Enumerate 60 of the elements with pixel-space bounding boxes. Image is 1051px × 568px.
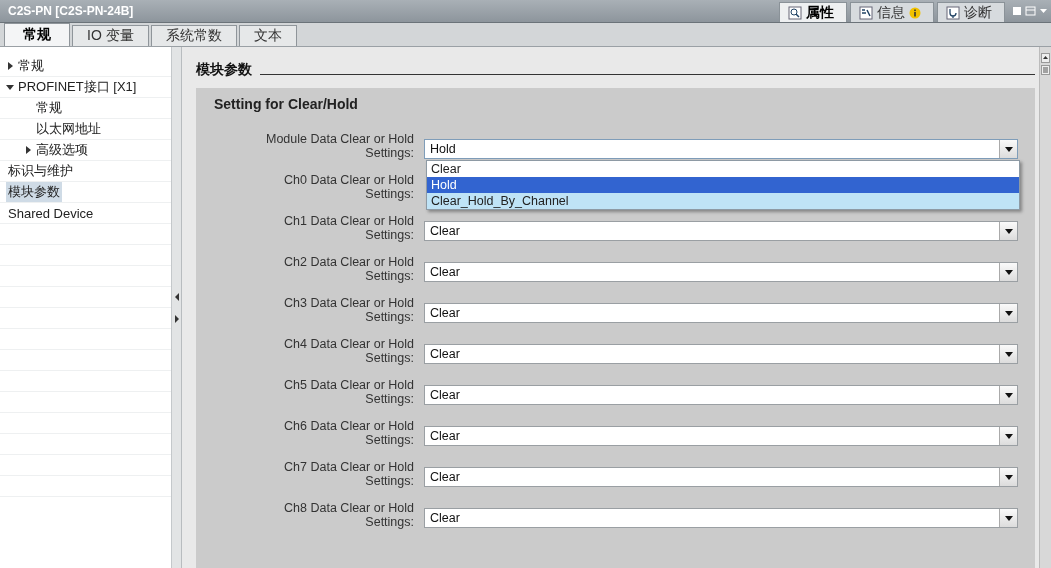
- magnifier-icon: [788, 5, 802, 20]
- info-list-icon: [859, 5, 873, 20]
- tree-item[interactable]: 常规: [34, 98, 64, 118]
- dropdown-field[interactable]: Clear: [424, 344, 1018, 364]
- vertical-scrollbar[interactable]: [1039, 47, 1051, 568]
- setting-label: Ch3 Data Clear or Hold Settings:: [283, 296, 415, 324]
- inspector-tab[interactable]: 信息: [850, 2, 934, 22]
- stethoscope-icon: [946, 5, 960, 20]
- caret-icon: [1004, 351, 1013, 357]
- tree-item[interactable]: 模块参数: [6, 182, 62, 202]
- expand-right-icon[interactable]: [174, 315, 179, 323]
- setting-label: Ch0 Data Clear or Hold Settings:: [283, 173, 415, 201]
- dropdown-field[interactable]: Clear: [424, 221, 1018, 241]
- dropdown-field[interactable]: Clear: [424, 262, 1018, 282]
- setting-label: Ch5 Data Clear or Hold Settings:: [283, 378, 415, 406]
- setting-label: Ch4 Data Clear or Hold Settings:: [283, 337, 415, 365]
- setting-label: Ch2 Data Clear or Hold Settings:: [283, 255, 415, 283]
- dropdown-option[interactable]: Clear_Hold_By_Channel: [427, 193, 1019, 209]
- caret-icon: [1004, 474, 1013, 480]
- section-title: 模块参数: [196, 61, 252, 79]
- dropdown-field[interactable]: Clear: [424, 385, 1018, 405]
- scroll-up-icon[interactable]: [1041, 53, 1050, 63]
- tree-item[interactable]: 高级选项: [34, 140, 90, 160]
- caret-icon: [1004, 515, 1013, 521]
- dropdown-field[interactable]: Hold: [424, 139, 1018, 159]
- tree-item[interactable]: PROFINET接口 [X1]: [16, 77, 139, 97]
- caret-icon: [1004, 392, 1013, 398]
- window-controls-icon[interactable]: [1013, 6, 1047, 16]
- caret-icon: [1004, 228, 1013, 234]
- tree-item[interactable]: 以太网地址: [34, 119, 103, 139]
- group-title: Setting for Clear/Hold: [214, 96, 358, 112]
- setting-label: Ch7 Data Clear or Hold Settings:: [283, 460, 415, 488]
- caret-icon: [1004, 269, 1013, 275]
- caret-icon: [1004, 310, 1013, 316]
- collapsed-arrow-icon[interactable]: [24, 146, 32, 154]
- tab[interactable]: 常规: [4, 23, 70, 46]
- window-title: C2S-PN [C2S-PN-24B]: [7, 4, 135, 18]
- dropdown-field[interactable]: Clear: [424, 467, 1018, 487]
- caret-icon: [1004, 146, 1013, 152]
- setting-label: Module Data Clear or Hold Settings:: [265, 132, 415, 160]
- dropdown-field[interactable]: Clear: [424, 508, 1018, 528]
- tree-item[interactable]: 常规: [16, 56, 46, 76]
- dropdown-option[interactable]: Clear: [427, 161, 1019, 177]
- setting-label: Ch8 Data Clear or Hold Settings:: [283, 501, 415, 529]
- collapse-left-icon[interactable]: [174, 293, 179, 301]
- inspector-tab[interactable]: 诊断: [937, 2, 1005, 22]
- setting-label: Ch1 Data Clear or Hold Settings:: [283, 214, 415, 242]
- dropdown-field[interactable]: Clear: [424, 303, 1018, 323]
- dropdown-option[interactable]: Hold: [427, 177, 1019, 193]
- dropdown-field[interactable]: Clear: [424, 426, 1018, 446]
- tree-item[interactable]: Shared Device: [6, 204, 96, 222]
- inspector-tab[interactable]: 属性: [779, 2, 847, 22]
- tree-item[interactable]: 标识与维护: [6, 161, 75, 181]
- expanded-arrow-icon[interactable]: [6, 83, 14, 91]
- tab[interactable]: 文本: [238, 25, 297, 46]
- tab[interactable]: 系统常数: [150, 25, 237, 46]
- setting-label: Ch6 Data Clear or Hold Settings:: [283, 419, 415, 447]
- collapsed-arrow-icon[interactable]: [6, 62, 14, 70]
- caret-icon: [1004, 433, 1013, 439]
- tab[interactable]: IO 变量: [72, 25, 149, 46]
